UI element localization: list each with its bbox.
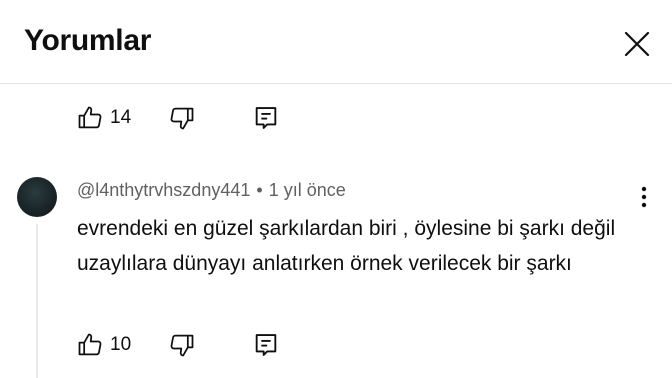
thumbs-down-icon [170, 107, 194, 130]
like-button[interactable]: 10 [76, 328, 131, 362]
meta-separator: • [256, 180, 263, 200]
reply-comment-icon [255, 334, 277, 356]
comment-text: evrendeki en güzel şarkılardan biri , öy… [77, 217, 616, 275]
comments-header: Yorumlar [0, 0, 672, 84]
like-count: 10 [110, 334, 132, 355]
thumbs-down-icon [170, 334, 194, 357]
avatar[interactable] [17, 177, 57, 217]
comment-author[interactable]: @l4nthytrvhszdny441 [77, 180, 250, 200]
like-count: 14 [110, 107, 132, 128]
close-button[interactable] [620, 27, 654, 61]
dislike-button[interactable] [168, 101, 196, 135]
more-vertical-icon [641, 186, 647, 208]
reply-button[interactable] [252, 328, 280, 362]
comment-meta: @l4nthytrvhszdny441 • 1 yıl önce [77, 180, 346, 201]
like-button[interactable]: 14 [76, 101, 131, 135]
thumbs-up-icon [78, 106, 102, 129]
comment-menu-button[interactable] [634, 184, 654, 210]
reply-thread-line [36, 224, 38, 378]
page-title: Yorumlar [24, 24, 152, 57]
close-icon [624, 31, 650, 57]
comment-actions: 10 [76, 328, 316, 362]
comment-actions: 14 [76, 101, 316, 135]
reply-comment-icon [255, 107, 277, 129]
dislike-button[interactable] [168, 328, 196, 362]
reply-button[interactable] [252, 101, 280, 135]
thumbs-up-icon [78, 333, 102, 356]
comment-timestamp[interactable]: 1 yıl önce [269, 180, 346, 200]
